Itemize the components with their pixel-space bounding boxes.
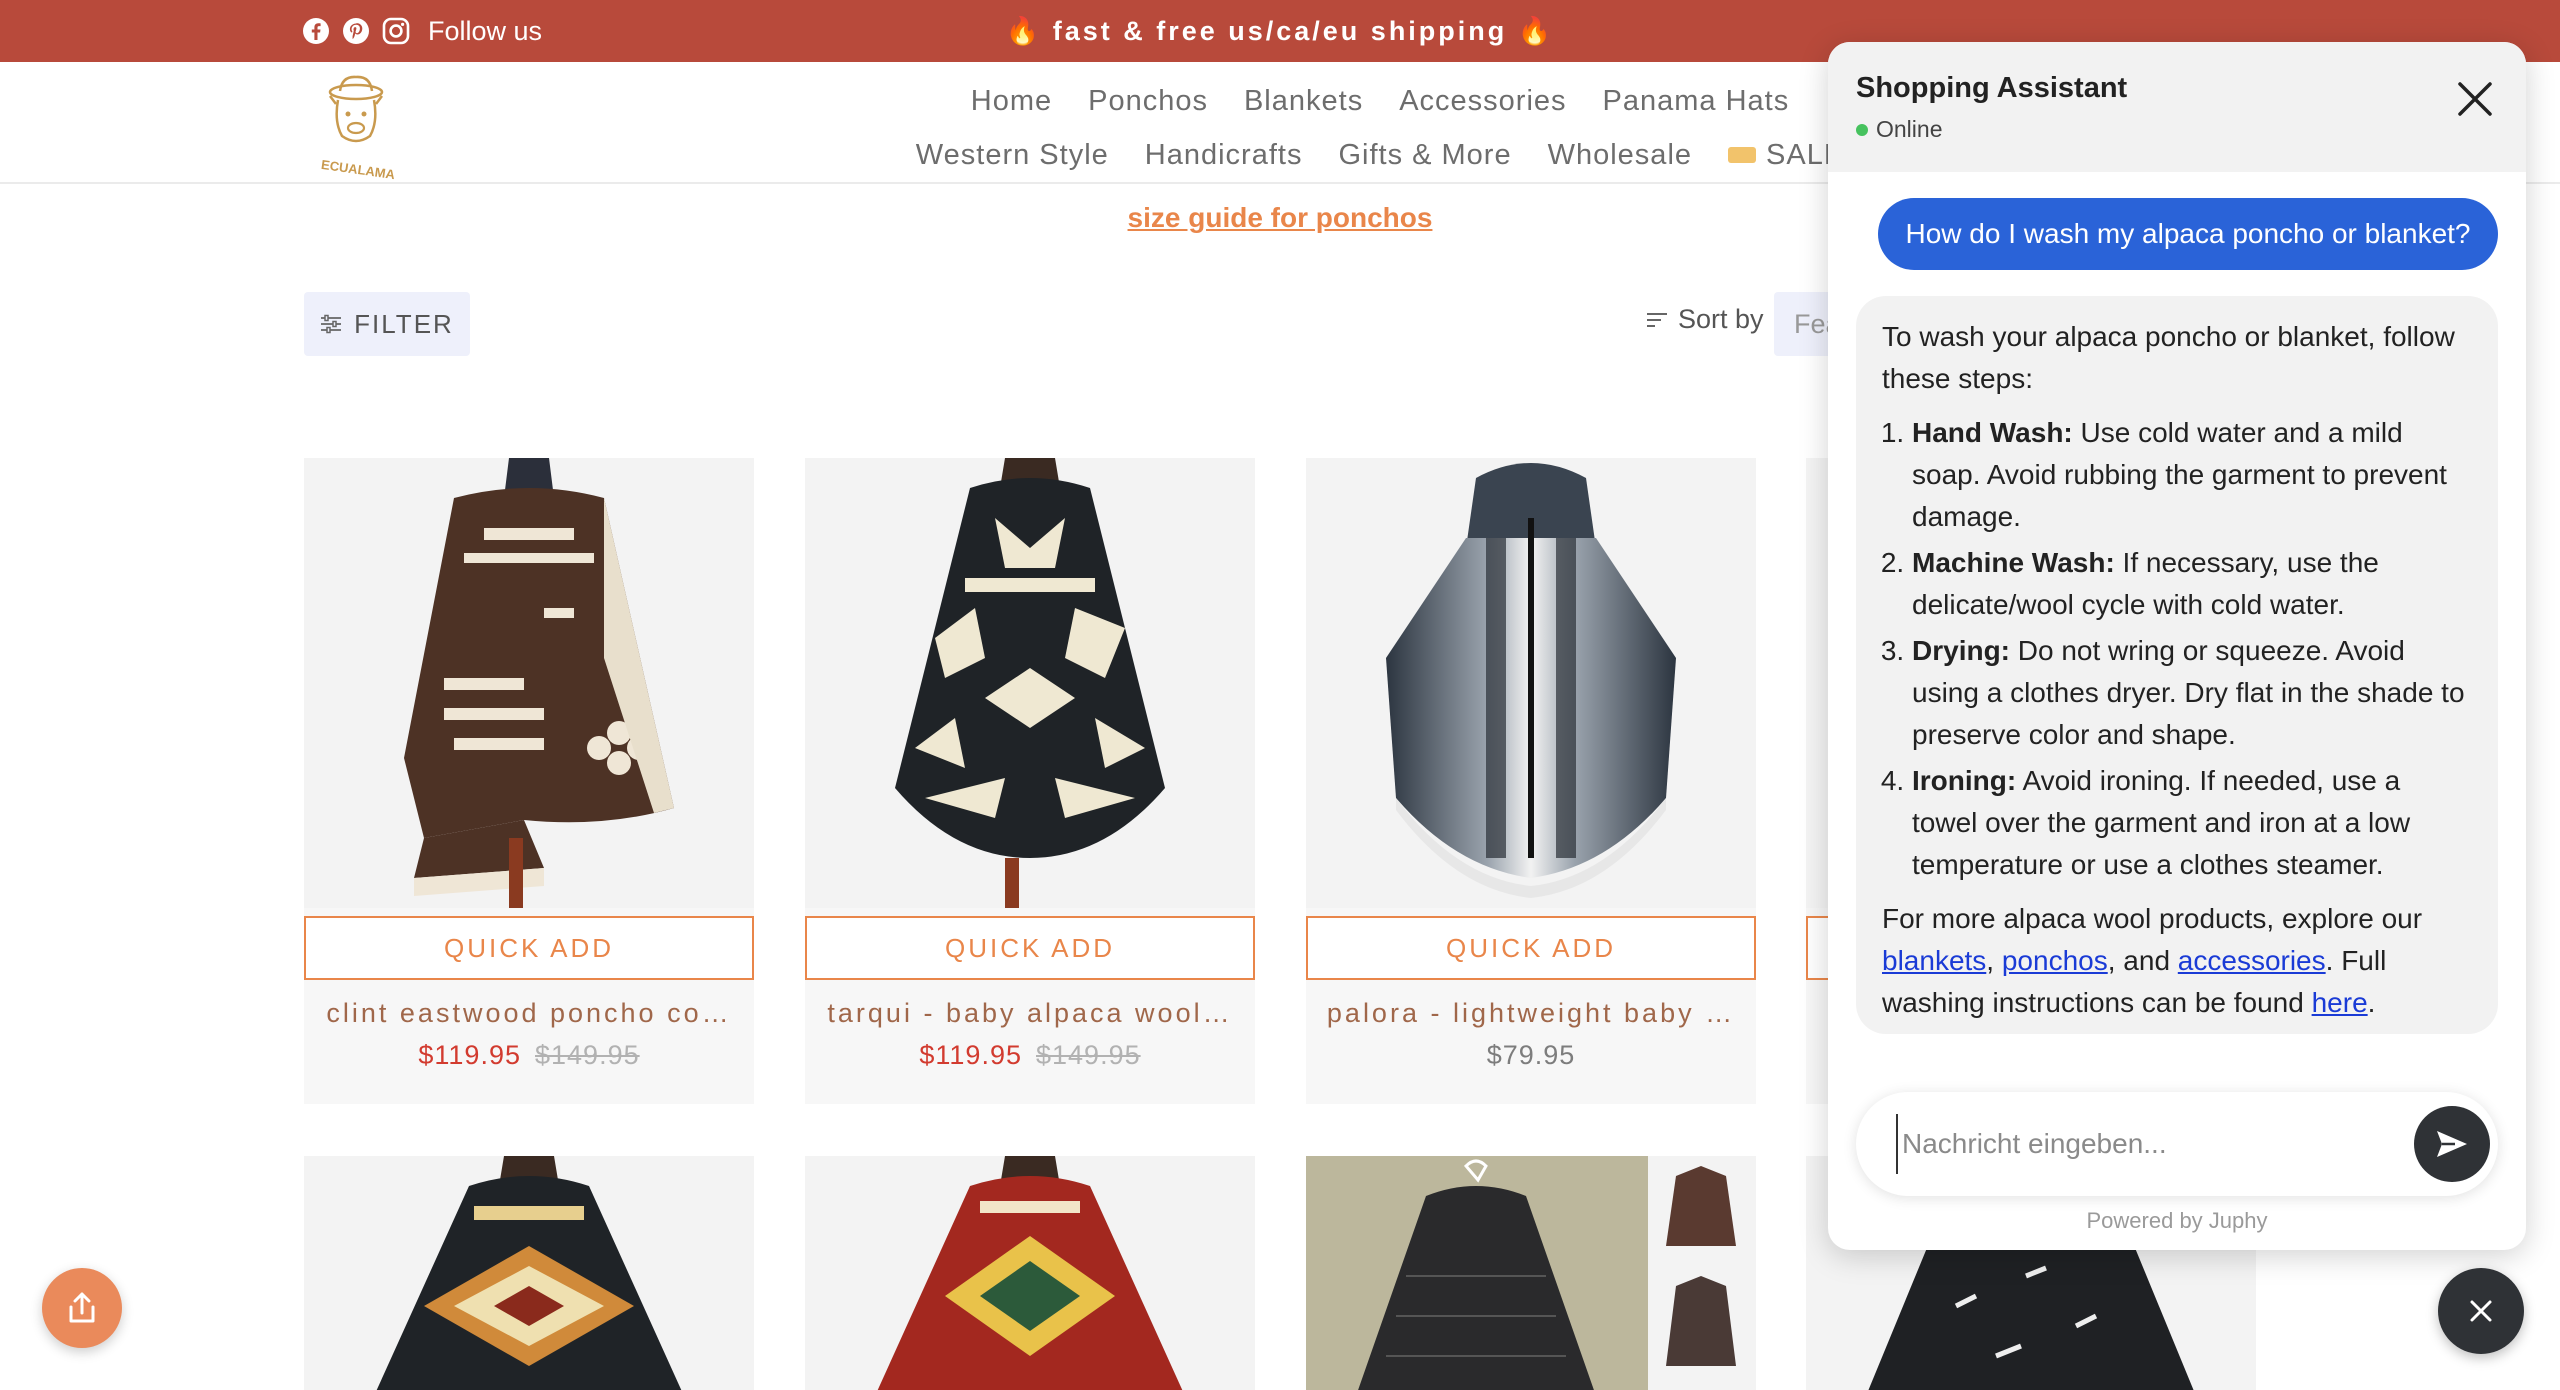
quick-add-button[interactable]: QUICK ADD [304,916,754,980]
product-image[interactable] [1306,458,1756,908]
assistant-message: To wash your alpaca poncho or blanket, f… [1856,296,2498,1034]
ponchos-link[interactable]: ponchos [2002,945,2108,976]
filter-button[interactable]: FILTER [304,292,470,356]
nav-sale[interactable]: SALE [1728,139,1844,172]
nav-home[interactable]: Home [971,85,1052,118]
chat-title: Shopping Assistant [1856,72,2128,104]
assistant-intro: To wash your alpaca poncho or blanket, f… [1882,321,2455,394]
nav-gifts-more[interactable]: Gifts & More [1338,139,1511,172]
product-image[interactable] [1306,1156,1756,1390]
page: Follow us 🔥 fast & free us/ca/eu shippin… [0,0,2560,1390]
sale-price: $119.95 [919,1040,1022,1070]
nav-western-style[interactable]: Western Style [916,139,1109,172]
nav-accessories[interactable]: Accessories [1399,85,1566,118]
nav-ponchos[interactable]: Ponchos [1088,85,1208,118]
chat-toggle-button[interactable] [2438,1268,2524,1354]
chat-header: Shopping Assistant Online [1828,42,2526,172]
product-price: $79.95 [1306,1040,1756,1071]
product-title[interactable]: clint eastwood poncho co… [324,998,734,1029]
sort-by-label: Sort by [1678,304,1764,334]
share-button[interactable] [42,1268,122,1348]
sort-lines-icon [1647,312,1667,327]
product-price: $119.95 $149.95 [805,1040,1255,1071]
compare-price: $149.95 [535,1040,640,1070]
chat-close-button[interactable] [2448,72,2502,126]
filter-label: FILTER [354,308,454,339]
product-title[interactable]: tarqui - baby alpaca wool… [825,998,1235,1029]
compare-price: $149.95 [1036,1040,1141,1070]
nav-blankets[interactable]: Blankets [1244,85,1363,118]
product-card[interactable]: QUICK ADD clint eastwood poncho co… $119… [304,458,754,1104]
product-card[interactable]: QUICK ADD palora - lightweight baby … $7… [1306,458,1756,1104]
here-link[interactable]: here [2312,987,2368,1018]
send-button[interactable] [2414,1106,2490,1182]
sort-by: Sort by [1646,304,1764,335]
share-icon [69,1292,95,1323]
online-dot-icon [1856,123,1868,136]
list-item: Hand Wash: Use cold water and a mild soa… [1912,412,2472,538]
close-icon [2458,82,2492,116]
user-message: How do I wash my alpaca poncho or blanke… [1878,198,2498,270]
regular-price: $79.95 [1486,1040,1576,1070]
nav-handicrafts[interactable]: Handicrafts [1145,139,1303,172]
pinterest-icon[interactable] [342,17,370,45]
list-item: Machine Wash: If necessary, use the deli… [1912,542,2472,626]
blankets-link[interactable]: blankets [1882,945,1986,976]
main-nav: Home Ponchos Blankets Accessories Panama… [780,74,1980,182]
chat-status: Online [1856,116,1942,143]
product-image[interactable] [304,458,754,908]
nav-row-secondary: Western Style Handicrafts Gifts & More W… [780,128,1980,182]
svg-text:ECUALAMA: ECUALAMA [320,157,396,182]
nav-panama-hats[interactable]: Panama Hats [1603,85,1790,118]
filter-sliders-icon [321,314,342,334]
instagram-icon[interactable] [382,17,410,45]
powered-by[interactable]: Powered by Juphy [1828,1208,2526,1234]
facebook-icon[interactable] [302,17,330,45]
quick-add-button[interactable]: QUICK ADD [1306,916,1756,980]
ecualama-logo[interactable]: ECUALAMA [308,74,408,184]
product-image[interactable] [805,1156,1255,1390]
nav-wholesale[interactable]: Wholesale [1548,139,1692,172]
nav-row-primary: Home Ponchos Blankets Accessories Panama… [780,74,1980,128]
chat-message-input[interactable] [1896,1114,2396,1174]
quick-add-button[interactable]: QUICK ADD [805,916,1255,980]
sale-tag-icon [1728,147,1757,163]
list-item: Drying: Do not wring or squeeze. Avoid u… [1912,630,2472,756]
product-image[interactable] [304,1156,754,1390]
sale-price: $119.95 [418,1040,521,1070]
product-image[interactable] [805,458,1255,908]
accessories-link[interactable]: accessories [2178,945,2326,976]
chat-widget: Shopping Assistant Online How do I wash … [1828,42,2526,1250]
product-card[interactable]: QUICK ADD tarqui - baby alpaca wool… $11… [805,458,1255,1104]
product-title[interactable]: palora - lightweight baby … [1326,998,1736,1029]
send-icon [2437,1131,2467,1157]
list-item: Ironing: Avoid ironing. If needed, use a… [1912,760,2472,886]
follow-us-label[interactable]: Follow us [428,16,542,47]
chat-composer [1856,1092,2498,1196]
close-icon [2470,1300,2492,1322]
chat-status-label: Online [1876,116,1943,142]
social-links: Follow us [302,0,542,62]
wash-steps-list: Hand Wash: Use cold water and a mild soa… [1882,412,2472,886]
product-price: $119.95 $149.95 [304,1040,754,1071]
assistant-outro: For more alpaca wool products, explore o… [1882,903,2423,1018]
